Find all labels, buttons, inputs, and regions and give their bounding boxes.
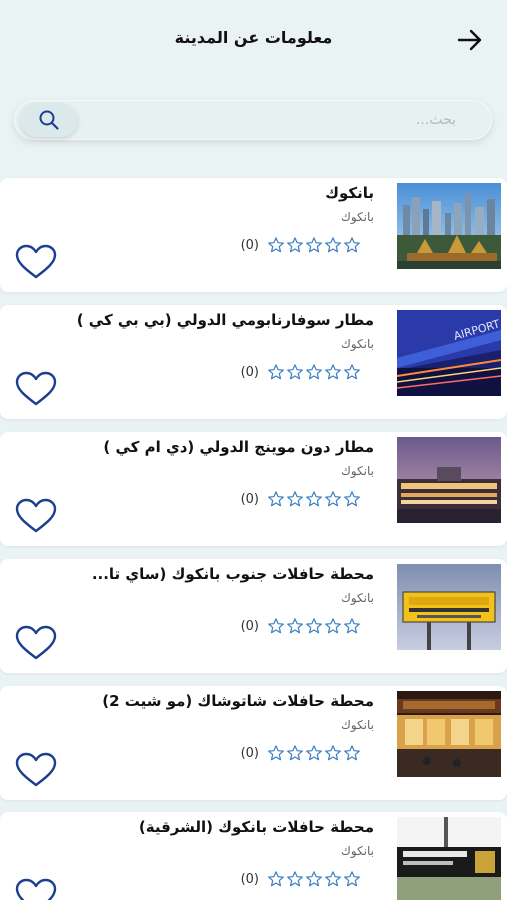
star-outline-icon bbox=[268, 871, 284, 887]
place-name[interactable]: محطة حافلات شاتوشاك (مو شيت 2) bbox=[14, 692, 374, 710]
star-outline-icon bbox=[287, 745, 303, 761]
heart-icon[interactable] bbox=[15, 498, 57, 534]
rating: (0) bbox=[241, 363, 361, 381]
star-outline-icon bbox=[344, 745, 360, 761]
page-title: معلومات عن المدينة bbox=[174, 28, 333, 47]
star-outline-icon bbox=[344, 364, 360, 380]
rating: (0) bbox=[241, 236, 361, 254]
star-outline-icon bbox=[268, 237, 284, 253]
place-name[interactable]: بانكوك bbox=[14, 184, 374, 202]
star-rating bbox=[267, 744, 361, 762]
star-outline-icon bbox=[306, 491, 322, 507]
place-image bbox=[397, 691, 501, 777]
star-rating bbox=[267, 236, 361, 254]
star-outline-icon bbox=[325, 237, 341, 253]
star-outline-icon bbox=[268, 745, 284, 761]
place-city: بانكوك bbox=[340, 591, 374, 605]
place-name[interactable]: محطة حافلات جنوب بانكوك (ساي تا... bbox=[14, 565, 374, 583]
place-image bbox=[397, 437, 501, 523]
back-button[interactable] bbox=[455, 26, 485, 54]
rating: (0) bbox=[241, 744, 361, 762]
heart-icon[interactable] bbox=[15, 625, 57, 661]
star-outline-icon bbox=[325, 871, 341, 887]
search-bar bbox=[14, 100, 492, 140]
star-outline-icon bbox=[306, 364, 322, 380]
star-outline-icon bbox=[268, 491, 284, 507]
star-outline-icon bbox=[325, 364, 341, 380]
rating-count: (0) bbox=[240, 491, 259, 507]
star-rating bbox=[267, 870, 361, 888]
place-image bbox=[397, 564, 501, 650]
star-outline-icon bbox=[306, 745, 322, 761]
list-item[interactable]: AIRPORT مطار سوفارنابومي الدولي (بي بي ك… bbox=[0, 305, 507, 419]
rating: (0) bbox=[241, 490, 361, 508]
place-name[interactable]: محطة حافلات بانكوك (الشرقية) bbox=[14, 818, 374, 836]
star-outline-icon bbox=[287, 237, 303, 253]
star-outline-icon bbox=[344, 871, 360, 887]
star-outline-icon bbox=[268, 618, 284, 634]
star-outline-icon bbox=[287, 871, 303, 887]
rating-count: (0) bbox=[240, 745, 259, 761]
list-item[interactable]: محطة حافلات جنوب بانكوك (ساي تا... بانكو… bbox=[0, 559, 507, 673]
list-item[interactable]: مطار دون موينج الدولي (دي ام كي ) بانكوك… bbox=[0, 432, 507, 546]
search-input[interactable] bbox=[96, 100, 456, 140]
place-city: بانكوك bbox=[340, 464, 374, 478]
rating: (0) bbox=[241, 870, 361, 888]
heart-icon[interactable] bbox=[15, 371, 57, 407]
star-rating bbox=[267, 363, 361, 381]
star-rating bbox=[267, 490, 361, 508]
place-image bbox=[397, 183, 501, 269]
place-city: بانكوك bbox=[340, 844, 374, 858]
star-outline-icon bbox=[306, 237, 322, 253]
place-name[interactable]: مطار سوفارنابومي الدولي (بي بي كي ) bbox=[14, 311, 374, 329]
place-city: بانكوك bbox=[340, 337, 374, 351]
rating-count: (0) bbox=[240, 618, 259, 634]
star-outline-icon bbox=[325, 745, 341, 761]
place-name[interactable]: مطار دون موينج الدولي (دي ام كي ) bbox=[14, 438, 374, 456]
list-item[interactable]: بانكوك بانكوك (0) bbox=[0, 178, 507, 292]
place-city: بانكوك bbox=[340, 718, 374, 732]
star-outline-icon bbox=[344, 618, 360, 634]
star-outline-icon bbox=[306, 871, 322, 887]
arrow-right-icon bbox=[457, 29, 482, 51]
list-item[interactable]: محطة حافلات بانكوك (الشرقية) بانكوك (0) bbox=[0, 812, 507, 900]
rating: (0) bbox=[241, 617, 361, 635]
place-city: بانكوك bbox=[340, 210, 374, 224]
rating-count: (0) bbox=[240, 237, 259, 253]
place-image: AIRPORT bbox=[397, 310, 501, 396]
star-outline-icon bbox=[287, 364, 303, 380]
star-outline-icon bbox=[268, 364, 284, 380]
star-outline-icon bbox=[287, 618, 303, 634]
heart-icon[interactable] bbox=[15, 244, 57, 280]
rating-count: (0) bbox=[240, 871, 259, 887]
star-outline-icon bbox=[325, 491, 341, 507]
heart-icon[interactable] bbox=[15, 752, 57, 788]
search-icon bbox=[39, 110, 59, 130]
rating-count: (0) bbox=[240, 364, 259, 380]
list-item[interactable]: محطة حافلات شاتوشاك (مو شيت 2) بانكوك (0… bbox=[0, 686, 507, 800]
star-rating bbox=[267, 617, 361, 635]
star-outline-icon bbox=[344, 491, 360, 507]
search-button[interactable] bbox=[20, 103, 78, 137]
star-outline-icon bbox=[344, 237, 360, 253]
star-outline-icon bbox=[306, 618, 322, 634]
star-outline-icon bbox=[287, 491, 303, 507]
star-outline-icon bbox=[325, 618, 341, 634]
app-header: معلومات عن المدينة bbox=[0, 0, 507, 80]
heart-icon[interactable] bbox=[15, 878, 57, 900]
place-image bbox=[397, 817, 501, 900]
